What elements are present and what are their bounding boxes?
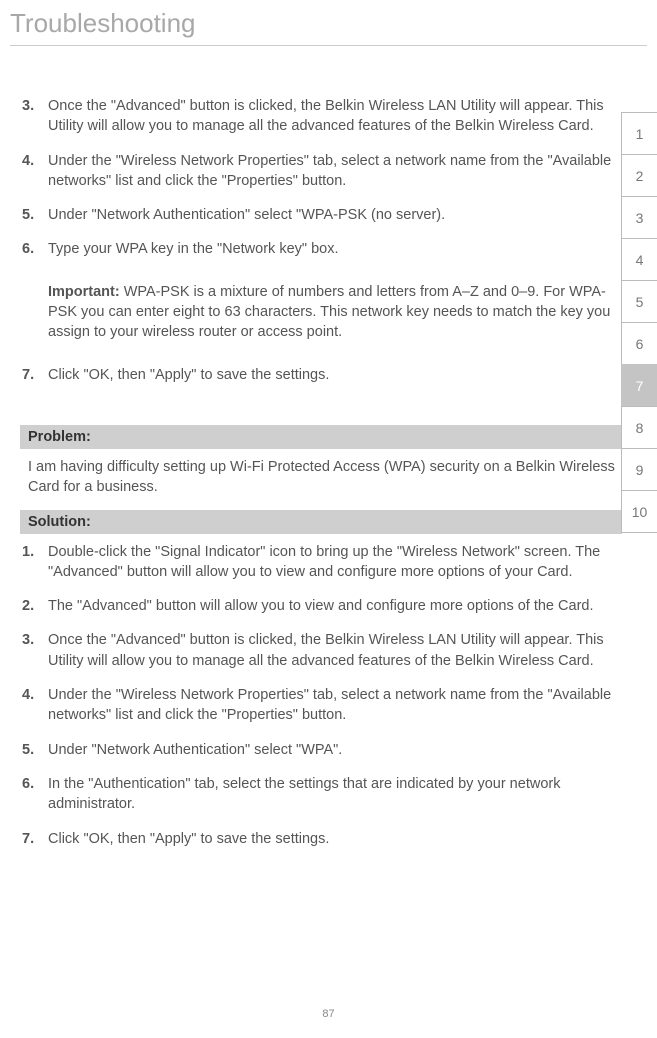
- important-label: Important:: [48, 284, 120, 300]
- step-text: Under "Network Authentication" select "W…: [48, 740, 622, 760]
- content-area: 3. Once the "Advanced" button is clicked…: [0, 96, 657, 849]
- tab-10[interactable]: 10: [621, 490, 657, 533]
- title-underline: [10, 45, 647, 46]
- step-text: Type your WPA key in the "Network key" b…: [48, 239, 622, 259]
- top-step-6: 6. Type your WPA key in the "Network key…: [20, 239, 622, 259]
- step-number: 6.: [20, 774, 48, 815]
- solution-step-6: 6. In the "Authentication" tab, select t…: [20, 774, 622, 815]
- step-text: Click "OK, then "Apply" to save the sett…: [48, 829, 622, 849]
- step-number: 6.: [20, 239, 48, 259]
- page-title: Troubleshooting: [0, 0, 657, 45]
- step-number: 4.: [20, 151, 48, 192]
- step-text: Under the "Wireless Network Properties" …: [48, 151, 622, 192]
- problem-header: Problem:: [20, 425, 622, 449]
- step-number: 5.: [20, 205, 48, 225]
- solution-step-2: 2. The "Advanced" button will allow you …: [20, 596, 622, 616]
- tab-8[interactable]: 8: [621, 406, 657, 449]
- step-text: Under the "Wireless Network Properties" …: [48, 685, 622, 726]
- step-number: 2.: [20, 596, 48, 616]
- tab-1[interactable]: 1: [621, 112, 657, 155]
- step-text: In the "Authentication" tab, select the …: [48, 774, 622, 815]
- sidebar-tabs: 1 2 3 4 5 6 7 8 9 10: [621, 112, 657, 532]
- step-number: 1.: [20, 542, 48, 583]
- step-text: Once the "Advanced" button is clicked, t…: [48, 96, 622, 137]
- important-text: WPA-PSK is a mixture of numbers and lett…: [48, 284, 610, 341]
- step-text: The "Advanced" button will allow you to …: [48, 596, 622, 616]
- tab-5[interactable]: 5: [621, 280, 657, 323]
- step-text: Under "Network Authentication" select "W…: [48, 205, 622, 225]
- solution-step-3: 3. Once the "Advanced" button is clicked…: [20, 630, 622, 671]
- tab-4[interactable]: 4: [621, 238, 657, 281]
- tab-6[interactable]: 6: [621, 322, 657, 365]
- step-number: 3.: [20, 630, 48, 671]
- step-text: Once the "Advanced" button is clicked, t…: [48, 630, 622, 671]
- step-text: Click "OK, then "Apply" to save the sett…: [48, 365, 622, 385]
- solution-step-5: 5. Under "Network Authentication" select…: [20, 740, 622, 760]
- tab-9[interactable]: 9: [621, 448, 657, 491]
- solution-header: Solution:: [20, 510, 622, 534]
- step-number: 4.: [20, 685, 48, 726]
- tab-3[interactable]: 3: [621, 196, 657, 239]
- solution-step-1: 1. Double-click the "Signal Indicator" i…: [20, 542, 622, 583]
- step-number: 3.: [20, 96, 48, 137]
- step-text: Double-click the "Signal Indicator" icon…: [48, 542, 622, 583]
- tab-2[interactable]: 2: [621, 154, 657, 197]
- step-number: 5.: [20, 740, 48, 760]
- step-number: 7.: [20, 829, 48, 849]
- step-number: 7.: [20, 365, 48, 385]
- top-step-7: 7. Click "OK, then "Apply" to save the s…: [20, 365, 622, 385]
- important-note: Important: WPA-PSK is a mixture of numbe…: [48, 282, 622, 343]
- page-number: 87: [0, 1008, 657, 1020]
- top-step-4: 4. Under the "Wireless Network Propertie…: [20, 151, 622, 192]
- problem-text: I am having difficulty setting up Wi-Fi …: [28, 457, 622, 498]
- solution-step-7: 7. Click "OK, then "Apply" to save the s…: [20, 829, 622, 849]
- top-step-5: 5. Under "Network Authentication" select…: [20, 205, 622, 225]
- tab-7[interactable]: 7: [621, 364, 657, 407]
- top-step-3: 3. Once the "Advanced" button is clicked…: [20, 96, 622, 137]
- solution-step-4: 4. Under the "Wireless Network Propertie…: [20, 685, 622, 726]
